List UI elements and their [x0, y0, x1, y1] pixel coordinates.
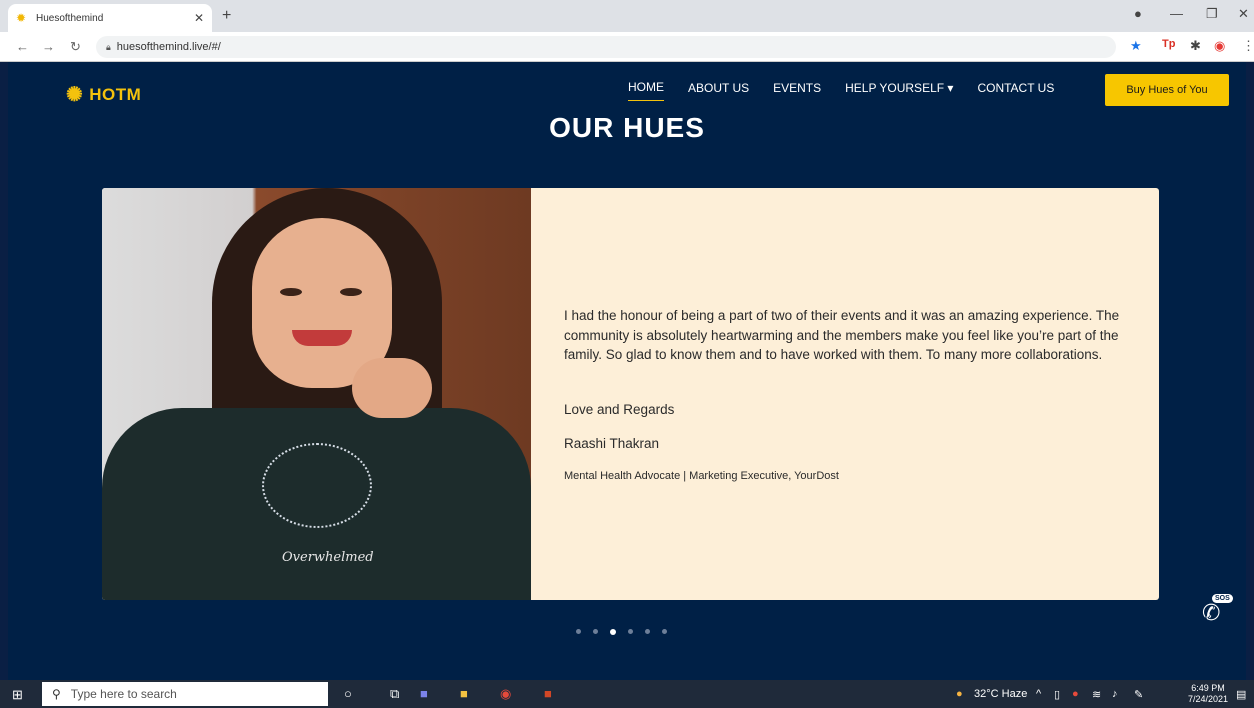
address-bar-row: ← → ↻ 🔒︎ huesofthemind.live/#/ ★ Tp ✱ ◉ …: [0, 32, 1254, 62]
powerpoint-icon[interactable]: ■: [544, 686, 552, 701]
taskbar-search-placeholder: Type here to search: [70, 687, 177, 701]
cortana-icon[interactable]: ○: [344, 686, 352, 701]
tray-device-icon[interactable]: ▯: [1054, 688, 1060, 701]
pen-icon[interactable]: ✎: [1134, 688, 1143, 701]
sos-badge: SOS: [1212, 594, 1233, 603]
back-icon[interactable]: ←: [16, 39, 29, 54]
photo-eye-left: [280, 288, 302, 296]
testimonial-regards: Love and Regards: [564, 402, 675, 417]
file-explorer-icon[interactable]: ■: [460, 686, 468, 701]
minimize-icon[interactable]: —: [1170, 6, 1183, 21]
search-icon: ⚲: [52, 687, 61, 701]
carousel-dot[interactable]: [662, 629, 667, 634]
extension-tp-icon[interactable]: Tp: [1162, 38, 1175, 50]
menu-kebab-icon[interactable]: ⋮: [1242, 38, 1254, 54]
notifications-icon[interactable]: ▤: [1236, 688, 1246, 701]
reload-icon[interactable]: ↻: [70, 39, 81, 55]
website-viewport: ✺ HOTM HOME ABOUT US EVENTS HELP YOURSEL…: [8, 62, 1246, 680]
browser-tab[interactable]: ✹ Huesofthemind ✕: [8, 4, 212, 32]
site-favicon-icon: ✹: [16, 11, 27, 25]
lock-icon: 🔒︎: [106, 41, 111, 52]
weather-text[interactable]: 32°C Haze: [974, 688, 1027, 700]
close-window-icon[interactable]: ✕: [1238, 6, 1249, 22]
carousel-dot[interactable]: [645, 629, 650, 634]
nav-help-yourself[interactable]: HELP YOURSELF ▾: [845, 81, 953, 101]
phone-icon: ✆: [1202, 600, 1221, 625]
windows-start-icon[interactable]: ⊞: [12, 687, 23, 703]
photo-scribble-graphic: [262, 443, 372, 528]
photo-hand: [352, 358, 432, 418]
section-heading: OUR HUES: [549, 112, 705, 143]
clock-time: 6:49 PM: [1191, 683, 1225, 693]
volume-icon[interactable]: ♪: [1112, 688, 1118, 700]
buy-hues-button[interactable]: Buy Hues of You: [1105, 74, 1229, 106]
nav-contact-us[interactable]: CONTACT US: [977, 81, 1054, 101]
main-nav: HOME ABOUT US EVENTS HELP YOURSELF ▾ CON…: [628, 80, 1078, 101]
teams-icon[interactable]: ■: [420, 686, 428, 701]
bookmark-star-icon[interactable]: ★: [1130, 38, 1142, 54]
windows-taskbar: ⊞ ⚲ Type here to search ○ ⧉ ■ ■ ◉ ■ ● 32…: [0, 680, 1254, 708]
new-tab-icon[interactable]: +: [222, 7, 231, 25]
photo-shirt-text: Overwhelmed: [282, 550, 374, 565]
nav-home[interactable]: HOME: [628, 80, 664, 101]
tray-app-icon[interactable]: ●: [1072, 688, 1079, 700]
logo-text: HOTM: [89, 84, 142, 104]
taskbar-clock[interactable]: 6:49 PM 7/24/2021: [1188, 683, 1228, 705]
tray-chevron-icon[interactable]: ^: [1036, 688, 1041, 700]
logo-burst-icon: ✺: [66, 84, 84, 106]
carousel-dot[interactable]: [593, 629, 598, 634]
taskbar-search[interactable]: ⚲ Type here to search: [42, 682, 328, 706]
photo-smile: [292, 330, 352, 346]
browser-tab-bar: ✹ Huesofthemind ✕ + ● — ❐ ✕: [0, 0, 1254, 32]
carousel-dot[interactable]: [576, 629, 581, 634]
testimonial-card: Overwhelmed I had the honour of being a …: [102, 188, 1159, 600]
testimonial-author: Raashi Thakran: [564, 436, 660, 451]
clock-date: 7/24/2021: [1188, 694, 1229, 704]
nav-about-us[interactable]: ABOUT US: [688, 81, 749, 101]
weather-icon: ●: [956, 688, 963, 700]
carousel-indicators: [576, 629, 679, 635]
maximize-icon[interactable]: ❐: [1206, 6, 1218, 22]
testimonial-quote: I had the honour of being a part of two …: [564, 308, 1120, 363]
site-logo[interactable]: ✺ HOTM: [66, 82, 141, 107]
chrome-taskbar-icon[interactable]: ◉: [500, 686, 511, 702]
extensions-puzzle-icon[interactable]: ✱: [1190, 38, 1201, 54]
url-field[interactable]: 🔒︎ huesofthemind.live/#/: [96, 36, 1116, 58]
sos-call-button[interactable]: ✆ SOS: [1202, 594, 1233, 626]
photo-eye-right: [340, 288, 362, 296]
tab-title: Huesofthemind: [36, 12, 104, 24]
close-tab-icon[interactable]: ✕: [194, 11, 204, 25]
nav-events[interactable]: EVENTS: [773, 81, 821, 101]
carousel-dot[interactable]: [610, 629, 616, 635]
task-view-icon[interactable]: ⧉: [390, 686, 399, 702]
testimonial-role: Mental Health Advocate | Marketing Execu…: [564, 470, 839, 482]
carousel-dot[interactable]: [628, 629, 633, 634]
testimonial-photo: Overwhelmed: [102, 188, 531, 600]
profile-avatar-icon[interactable]: ◉: [1214, 38, 1225, 54]
profile-icon[interactable]: ●: [1134, 6, 1142, 21]
wifi-icon[interactable]: ≋: [1092, 688, 1101, 701]
forward-icon[interactable]: →: [42, 39, 55, 54]
url-text: huesofthemind.live/#/: [116, 41, 221, 53]
